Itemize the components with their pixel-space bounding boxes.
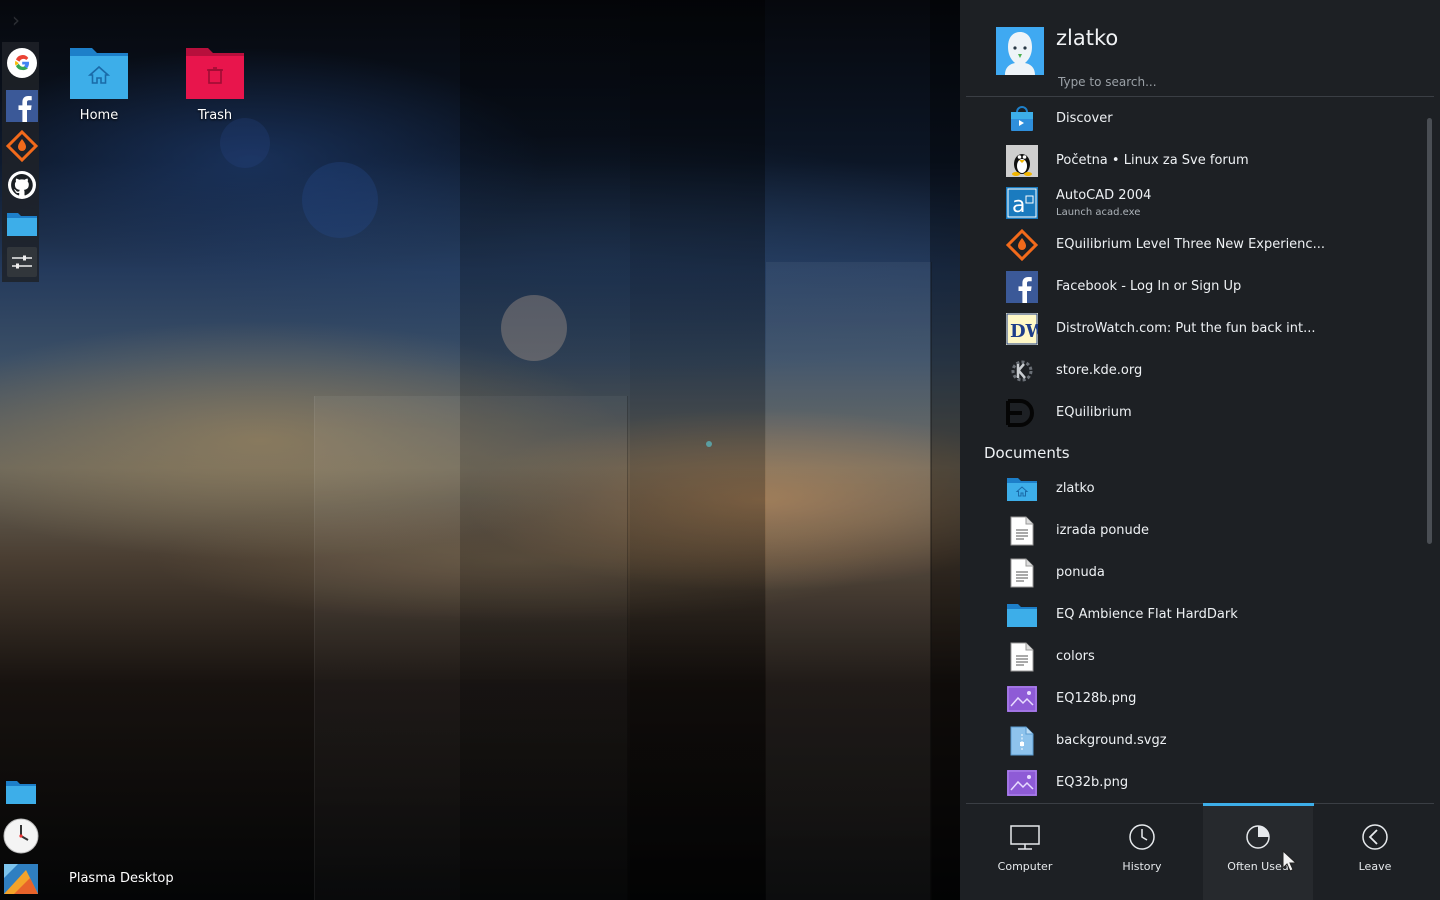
desktop-icon-label: Home (79, 108, 119, 123)
tab-computer[interactable]: Computer (970, 805, 1080, 900)
distrowatch-icon: DW (1006, 313, 1038, 345)
list-item-equilibrium-level-three[interactable]: EQuilibrium Level Three New Experienc... (966, 224, 1406, 266)
facebook-icon[interactable] (6, 90, 38, 122)
list-item-title: Discover (1056, 111, 1113, 126)
desktop-icon-label: Trash (197, 108, 233, 123)
desktop-wallpaper (0, 0, 960, 900)
list-item-equilibrium[interactable]: EQuilibrium (966, 392, 1406, 434)
active-tab-indicator (1203, 803, 1314, 806)
tab-label: Leave (1358, 860, 1392, 873)
text-document-icon (1006, 515, 1038, 547)
facebook-icon (1006, 271, 1038, 303)
tab-label: History (1122, 860, 1162, 873)
folder-icon[interactable] (6, 208, 38, 240)
list-item-title: AutoCAD 2004 (1056, 188, 1152, 203)
username: zlatko (1056, 26, 1119, 50)
text-document-icon (1006, 641, 1038, 673)
settings-sliders-icon[interactable] (6, 246, 38, 278)
task-label[interactable]: Plasma Desktop (69, 871, 174, 886)
list-item-title: store.kde.org (1056, 363, 1143, 378)
list-item-title: EQuilibrium (1056, 405, 1132, 420)
scrollbar-thumb[interactable] (1427, 118, 1432, 544)
equilibrium-diamond-icon (1006, 229, 1038, 261)
list-item-title: colors (1056, 649, 1095, 664)
tux-icon (1006, 145, 1038, 177)
svg-document-icon (1006, 725, 1038, 757)
footer-divider (966, 803, 1434, 804)
desktop-icon-home[interactable]: Home (49, 44, 149, 123)
plasma-icon[interactable] (4, 864, 38, 894)
often-used-icon (1246, 825, 1270, 849)
github-icon[interactable] (6, 169, 38, 201)
history-icon (1129, 824, 1155, 850)
left-panel (2, 42, 39, 282)
search-input[interactable] (1056, 71, 1380, 93)
list-item-title: Početna • Linux za Sve forum (1056, 153, 1249, 168)
list-item-kde-store[interactable]: store.kde.org (966, 350, 1406, 392)
list-item-eq128b[interactable]: EQ128b.png (966, 678, 1406, 720)
list-item-title: ponuda (1056, 565, 1105, 580)
wallpaper-pillar (930, 0, 960, 900)
google-icon[interactable] (6, 47, 38, 79)
list-item-title: EQuilibrium Level Three New Experienc... (1056, 237, 1325, 252)
list-item-eq32b[interactable]: EQ32b.png (966, 762, 1406, 802)
list-item-distrowatch[interactable]: DW DistroWatch.com: Put the fun back int… (966, 308, 1406, 350)
list-item-discover[interactable]: Discover (966, 98, 1406, 140)
equilibrium-logo-icon (1006, 397, 1038, 429)
list-item-zlatko[interactable]: zlatko (966, 468, 1406, 510)
list-item-ponuda[interactable]: ponuda (966, 552, 1406, 594)
panel-chevron-right-icon: › (12, 8, 20, 32)
list-item-colors[interactable]: colors (966, 636, 1406, 678)
wallpaper-pillar (766, 262, 932, 900)
kde-store-icon (1006, 355, 1038, 387)
home-folder-icon (70, 48, 128, 99)
launcher-results-list: Discover Početna • Linux za Sve forum a … (966, 98, 1434, 802)
files-folder-icon[interactable] (5, 778, 37, 810)
application-launcher: zlatko Discover Početna • Linux za Sve f… (960, 0, 1440, 900)
list-item-title: EQ32b.png (1056, 775, 1129, 790)
list-item-facebook[interactable]: Facebook - Log In or Sign Up (966, 266, 1406, 308)
text-document-icon (1006, 557, 1038, 589)
list-item-autocad[interactable]: a AutoCAD 2004 Launch acad.exe (966, 182, 1406, 224)
image-icon (1006, 767, 1038, 799)
list-item-linux-forum[interactable]: Početna • Linux za Sve forum (966, 140, 1406, 182)
mouse-cursor-icon (1282, 850, 1298, 872)
image-icon (1006, 683, 1038, 715)
list-item-background-svgz[interactable]: background.svgz (966, 720, 1406, 762)
list-item-title: izrada ponude (1056, 523, 1150, 538)
list-item-title: Facebook - Log In or Sign Up (1056, 279, 1242, 294)
list-item-title: DistroWatch.com: Put the fun back int... (1056, 321, 1316, 336)
clock-icon[interactable] (3, 818, 39, 854)
autocad-icon: a (1006, 187, 1038, 219)
equilibrium-icon[interactable] (6, 130, 38, 162)
section-heading-documents: Documents (984, 444, 1070, 462)
trash-folder-icon (186, 48, 244, 99)
wallpaper-bokeh (706, 441, 712, 447)
tab-label: Computer (997, 860, 1053, 873)
wallpaper-pillar (630, 0, 765, 900)
list-item-subtitle: Launch acad.exe (1056, 207, 1141, 218)
list-item-title: background.svgz (1056, 733, 1167, 748)
list-item-title: EQ128b.png (1056, 691, 1137, 706)
wallpaper-bokeh (501, 295, 567, 361)
list-item-eq-ambience[interactable]: EQ Ambience Flat HardDark (966, 594, 1406, 636)
wallpaper-bokeh (220, 118, 270, 168)
list-item-title: zlatko (1056, 481, 1095, 496)
svg-text:DW: DW (1010, 321, 1038, 342)
tab-history[interactable]: History (1087, 805, 1197, 900)
desktop-icon-trash[interactable]: Trash (165, 44, 265, 123)
wallpaper-pillar (460, 0, 630, 900)
leave-icon (1362, 824, 1388, 850)
list-item-title: EQ Ambience Flat HardDark (1056, 607, 1238, 622)
home-folder-icon (1006, 473, 1038, 505)
folder-icon (1006, 599, 1038, 631)
avatar[interactable] (996, 27, 1044, 75)
header-divider (966, 96, 1434, 97)
computer-icon (1010, 825, 1040, 850)
wallpaper-bokeh (302, 162, 378, 238)
tab-leave[interactable]: Leave (1320, 805, 1430, 900)
discover-icon (1006, 103, 1038, 135)
list-item-izrada-ponude[interactable]: izrada ponude (966, 510, 1406, 552)
svg-text:a: a (1012, 193, 1025, 218)
